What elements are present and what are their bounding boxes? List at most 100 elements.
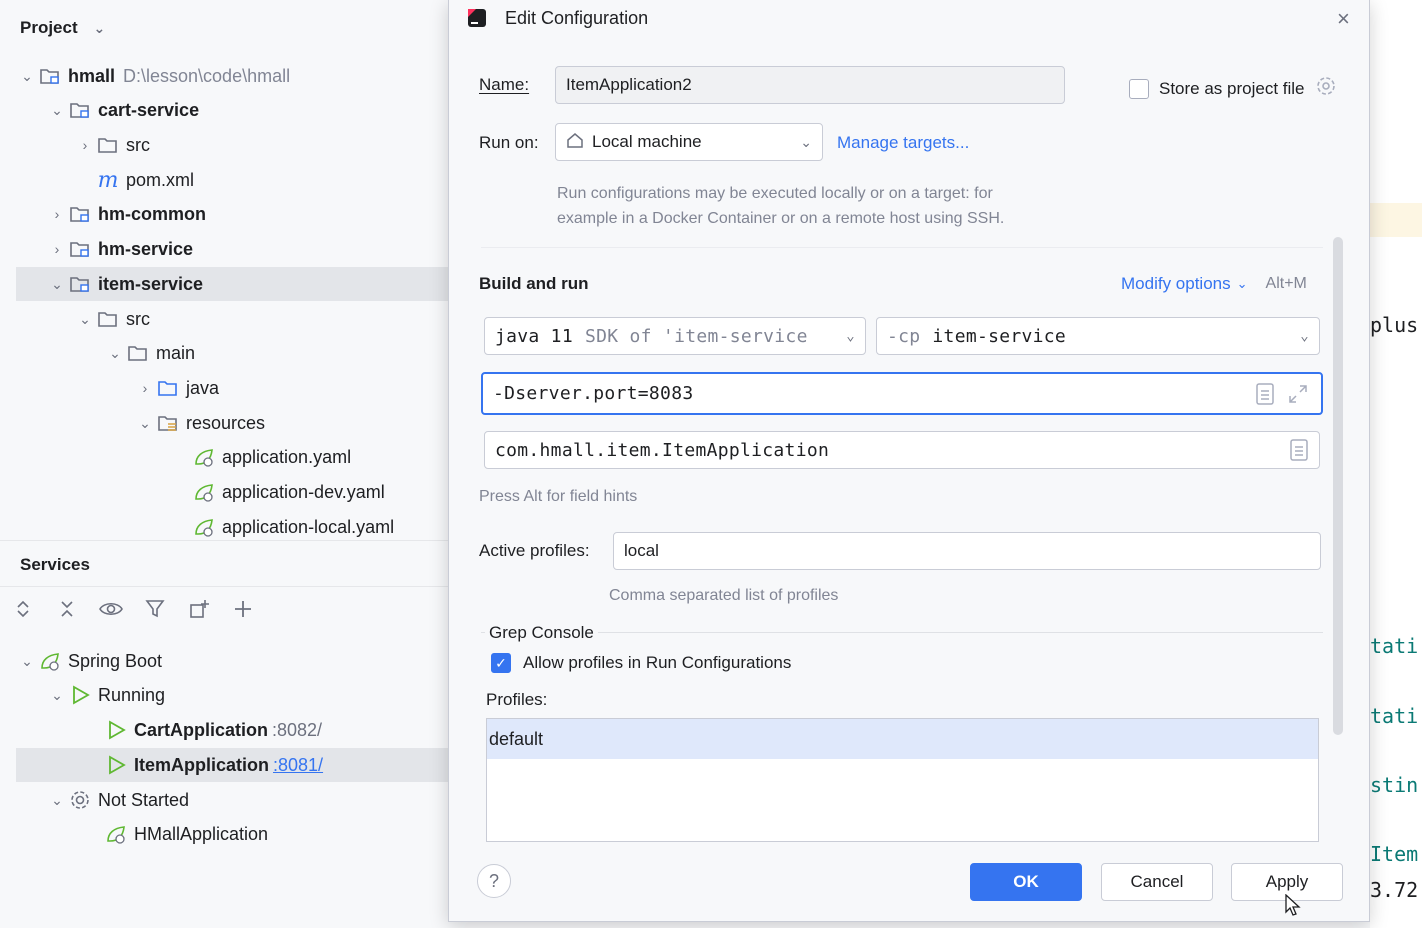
chevron-down-icon[interactable]: ⌄	[46, 102, 68, 119]
profiles-list[interactable]: default	[486, 718, 1319, 842]
classpath-select[interactable]: -cp item-service ⌄	[876, 317, 1320, 355]
folder-icon	[96, 307, 120, 331]
tree-node-resources[interactable]: ⌄ resources	[134, 406, 265, 440]
close-icon[interactable]: ×	[1337, 6, 1350, 32]
tree-label: resources	[186, 412, 266, 433]
service-port-link[interactable]: :8081/	[273, 755, 323, 776]
vm-options-input[interactable]: -Dserver.port=8083	[481, 372, 1323, 415]
run-icon	[104, 718, 128, 742]
intellij-logo-icon	[467, 8, 487, 33]
section-divider	[481, 247, 1323, 248]
tree-node-hm-common[interactable]: › hm-common	[46, 197, 206, 231]
tree-node-hmall[interactable]: ⌄ hmall D:\lesson\code\hmall	[16, 59, 290, 93]
chevron-down-icon[interactable]: ⌄	[46, 276, 68, 293]
filter-icon[interactable]	[140, 594, 170, 624]
active-profiles-input[interactable]: local	[613, 532, 1321, 570]
left-tool-window: Project ⌄ ⌄ hmall D:\lesson\code\hmall ⌄…	[0, 0, 448, 928]
collapse-all-icon[interactable]	[52, 594, 82, 624]
expand-icon[interactable]	[1287, 383, 1309, 410]
module-folder-icon	[68, 272, 92, 296]
run-icon	[68, 683, 92, 707]
document-icon[interactable]	[1289, 439, 1309, 466]
tree-node-pom[interactable]: m pom.xml	[96, 163, 194, 197]
tree-node-java[interactable]: › java	[134, 371, 219, 405]
add-service-icon[interactable]	[228, 594, 258, 624]
chevron-right-icon[interactable]: ›	[134, 380, 156, 396]
tree-node-main[interactable]: ⌄ main	[104, 336, 195, 370]
main-class-input[interactable]: com.hmall.item.ItemApplication	[484, 431, 1320, 469]
tree-label: Not Started	[98, 789, 190, 810]
profiles-list-item[interactable]: default	[487, 719, 1318, 759]
build-and-run-title: Build and run	[479, 274, 589, 293]
chevron-down-icon[interactable]: ⌄	[46, 687, 68, 704]
document-icon[interactable]	[1255, 383, 1275, 410]
tree-label: HMallApplication	[134, 823, 269, 844]
store-as-project-file[interactable]: Store as project file	[1129, 75, 1337, 102]
tree-node-hm-service[interactable]: › hm-service	[46, 232, 193, 266]
manage-targets-link[interactable]: Manage targets...	[837, 133, 969, 153]
modify-options-button[interactable]: Modify options ⌄ Alt+M	[1121, 274, 1307, 294]
new-group-icon[interactable]	[184, 594, 214, 624]
tree-node-cart-service[interactable]: ⌄ cart-service	[46, 93, 199, 127]
tree-label: src	[126, 134, 150, 155]
service-node-running[interactable]: ⌄ Running	[46, 678, 165, 712]
service-node-hmall-application[interactable]: HMallApplication	[104, 817, 268, 851]
jre-select[interactable]: java 11 SDK of 'item-service ⌄	[484, 317, 866, 355]
run-on-label: Run on:	[479, 133, 539, 152]
store-label: Store as project file	[1159, 78, 1305, 98]
chevron-down-icon[interactable]: ⌄	[104, 345, 126, 362]
field-hints: Press Alt for field hints	[479, 488, 638, 505]
cp-prefix: -cp	[887, 325, 921, 347]
run-on-hint: Run configurations may be executed local…	[557, 185, 993, 202]
chevron-down-icon[interactable]: ⌄	[16, 68, 38, 85]
editor-text: tati	[1370, 634, 1419, 658]
tree-node-item-service[interactable]: ⌄ item-service	[16, 267, 448, 301]
expand-all-icon[interactable]	[8, 594, 38, 624]
tree-label: cart-service	[98, 99, 200, 120]
run-on-select[interactable]: Local machine ⌄	[555, 123, 823, 161]
home-icon	[566, 131, 584, 154]
chevron-right-icon[interactable]: ›	[46, 206, 68, 222]
service-node-cart-application[interactable]: CartApplication :8082/	[104, 713, 322, 747]
allow-profiles-option[interactable]: ✓ Allow profiles in Run Configurations	[491, 653, 791, 673]
tree-node-src[interactable]: ⌄ src	[74, 302, 150, 336]
allow-profiles-checkbox[interactable]: ✓	[491, 653, 511, 673]
editor-text: 3.72	[1370, 878, 1419, 902]
mouse-cursor-icon	[1285, 893, 1301, 921]
store-checkbox[interactable]	[1129, 78, 1149, 99]
help-button[interactable]: ?	[477, 864, 511, 898]
tree-label: Running	[98, 684, 166, 705]
module-folder-icon	[68, 98, 92, 122]
tree-node-application-dev-yaml[interactable]: application-dev.yaml	[192, 475, 385, 509]
tree-node-application-yaml[interactable]: application.yaml	[192, 440, 351, 474]
chevron-down-icon[interactable]: ⌄	[88, 20, 110, 37]
chevron-right-icon[interactable]: ›	[46, 241, 68, 257]
settings-icon[interactable]	[1315, 75, 1337, 102]
service-node-spring-boot[interactable]: ⌄ Spring Boot	[16, 644, 162, 678]
chevron-down-icon[interactable]: ⌄	[16, 653, 38, 670]
tree-node-application-local-yaml[interactable]: application-local.yaml	[192, 510, 394, 544]
chevron-right-icon[interactable]: ›	[74, 137, 96, 153]
gear-icon	[68, 788, 92, 812]
eye-icon[interactable]	[96, 594, 126, 624]
tree-label: Spring Boot	[68, 650, 163, 671]
name-input[interactable]: ItemApplication2	[555, 66, 1065, 104]
chevron-down-icon[interactable]: ⌄	[74, 311, 96, 328]
scrollbar[interactable]	[1333, 237, 1343, 735]
module-folder-icon	[68, 202, 92, 226]
chevron-down-icon[interactable]: ⌄	[134, 415, 156, 432]
chevron-down-icon[interactable]: ⌄	[46, 792, 68, 809]
services-panel-title: Services	[20, 555, 90, 574]
active-profiles-label: Active profiles:	[479, 541, 590, 560]
service-node-not-started[interactable]: ⌄ Not Started	[46, 783, 189, 817]
module-folder-icon	[38, 64, 62, 88]
edit-configuration-dialog: Edit Configuration × Name: ItemApplicati…	[448, 0, 1370, 922]
service-node-item-application[interactable]: ItemApplication :8081/	[16, 748, 448, 782]
project-panel-title[interactable]: Project ⌄	[20, 18, 110, 38]
chevron-down-icon: ⌄	[800, 133, 812, 150]
cancel-button[interactable]: Cancel	[1101, 863, 1213, 901]
ok-button[interactable]: OK	[970, 863, 1082, 901]
group-border	[481, 632, 1323, 633]
panel-divider	[0, 586, 448, 587]
tree-node-src[interactable]: › src	[74, 128, 150, 162]
